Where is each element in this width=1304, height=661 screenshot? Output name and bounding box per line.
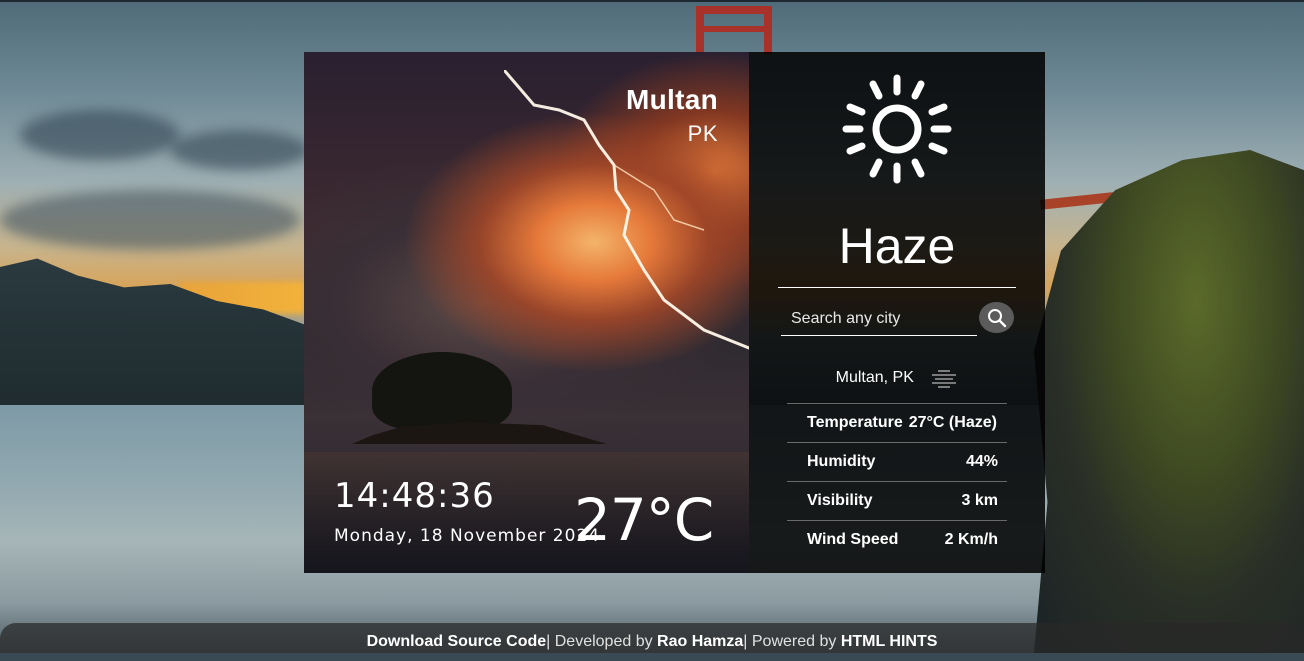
stat-label: Wind Speed	[807, 531, 899, 548]
current-date: Monday, 18 November 2024	[334, 526, 601, 546]
island	[352, 352, 612, 454]
author-link[interactable]: Rao Hamza	[657, 633, 743, 650]
city-search-input[interactable]	[781, 302, 977, 336]
search-bar	[781, 302, 1015, 338]
weather-condition: Haze	[838, 218, 956, 274]
weather-image-panel: Multan PK 14:48:36 Monday, 18 November 2…	[304, 52, 749, 573]
haze-icon	[932, 370, 957, 388]
stat-label: Humidity	[807, 453, 876, 470]
top-border	[0, 0, 1304, 2]
weather-stats: Temperature 27°C (Haze) Humidity 44% Vis…	[787, 403, 1007, 559]
location-text: Multan, PK	[835, 369, 914, 387]
country-code: PK	[687, 121, 718, 146]
footer: Download Source Code| Developed by Rao H…	[0, 623, 1304, 653]
stat-wind-speed: Wind Speed 2 Km/h	[787, 520, 1007, 559]
html-hints-link[interactable]: HTML HINTS	[841, 633, 938, 650]
cloud	[0, 190, 300, 250]
stat-value: 3 km	[961, 492, 998, 509]
location-label: Multan, PK	[749, 368, 1045, 388]
powered-by-text: | Powered by	[743, 633, 841, 650]
city-name: Multan	[625, 84, 718, 115]
bridge-tower	[696, 6, 772, 54]
stat-label: Visibility	[807, 492, 873, 509]
search-button[interactable]	[979, 302, 1014, 333]
stat-label: Temperature	[807, 414, 903, 431]
search-icon	[987, 308, 1006, 327]
cloud	[20, 110, 180, 160]
sun-icon	[842, 74, 952, 184]
island-trees	[372, 352, 512, 430]
stat-value: 2 Km/h	[944, 531, 998, 548]
weather-info-panel: Haze Multan, PK Temperature 27°C (Haze)	[749, 52, 1045, 573]
current-time: 14:48:36	[334, 476, 495, 516]
developed-by-text: | Developed by	[546, 633, 658, 650]
stat-value: 27°C (Haze)	[908, 414, 997, 431]
cloud	[170, 130, 310, 170]
download-source-link[interactable]: Download Source Code	[367, 633, 547, 650]
stat-humidity: Humidity 44%	[787, 442, 1007, 481]
stat-temperature: Temperature 27°C (Haze)	[787, 403, 1007, 442]
stat-visibility: Visibility 3 km	[787, 481, 1007, 520]
stat-value: 44%	[965, 453, 998, 470]
divider	[778, 287, 1016, 288]
current-temperature: 27°C	[574, 486, 714, 554]
